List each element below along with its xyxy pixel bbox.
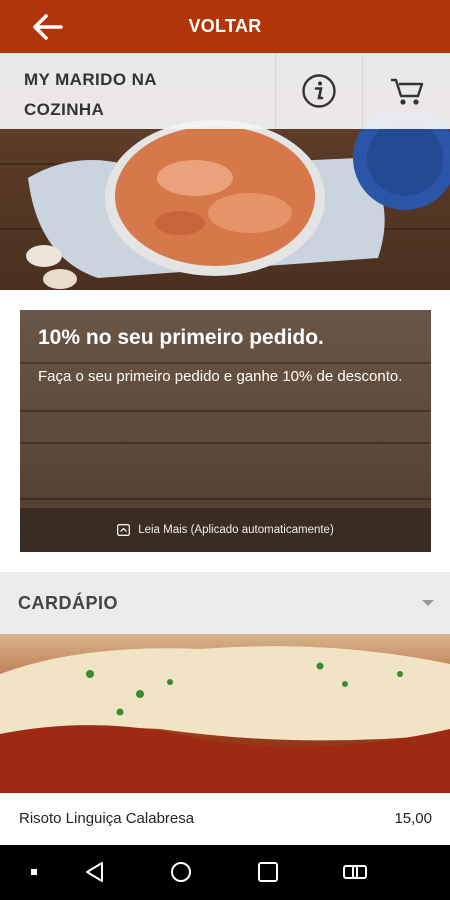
cart-icon xyxy=(390,78,423,105)
restaurant-name-line2: COZINHA xyxy=(24,100,105,119)
rotate-icon[interactable] xyxy=(342,859,368,885)
dot-icon[interactable] xyxy=(22,859,48,885)
food-pot xyxy=(105,120,325,276)
restaurant-name: MY MARIDO NA COZINHA xyxy=(0,53,276,129)
pot-lid-decoration xyxy=(353,113,450,210)
android-nav-bar xyxy=(0,845,450,900)
menu-section-header[interactable]: CARDÁPIO xyxy=(0,572,450,634)
info-icon xyxy=(302,74,336,108)
info-button[interactable] xyxy=(276,53,363,129)
top-bar: VOLTAR xyxy=(0,0,450,53)
promo-read-more[interactable]: Leia Mais (Aplicado automaticamente) xyxy=(20,508,431,552)
recents-square-icon[interactable] xyxy=(255,859,281,885)
expand-icon xyxy=(117,524,131,536)
dish-name: Risoto Linguiça Calabresa xyxy=(19,810,195,827)
chevron-down-icon xyxy=(422,600,434,606)
promo-description: Faça o seu primeiro pedido e ganhe 10% d… xyxy=(38,368,403,385)
menu-section-title: CARDÁPIO xyxy=(18,593,119,613)
promo-title: 10% no seu primeiro pedido. xyxy=(38,326,324,349)
home-circle-icon[interactable] xyxy=(168,859,194,885)
mushroom-decoration xyxy=(26,245,77,289)
promo-read-more-label: Leia Mais (Aplicado automaticamente) xyxy=(138,524,334,536)
back-label[interactable]: VOLTAR xyxy=(0,16,450,37)
restaurant-info-bar: MY MARIDO NA COZINHA xyxy=(0,53,450,129)
dish-image[interactable] xyxy=(0,634,450,793)
promo-card[interactable]: 10% no seu primeiro pedido. Faça o seu p… xyxy=(20,310,431,552)
dish-price: 15,00 xyxy=(394,810,432,827)
restaurant-hero-image: MY MARIDO NA COZINHA xyxy=(0,53,450,290)
back-triangle-icon[interactable] xyxy=(82,859,108,885)
restaurant-name-line1: MY MARIDO NA xyxy=(24,70,157,89)
lasagna-illustration xyxy=(0,646,450,793)
cart-button[interactable] xyxy=(363,53,450,129)
list-item[interactable]: Risoto Linguiça Calabresa 15,00 xyxy=(0,793,450,845)
